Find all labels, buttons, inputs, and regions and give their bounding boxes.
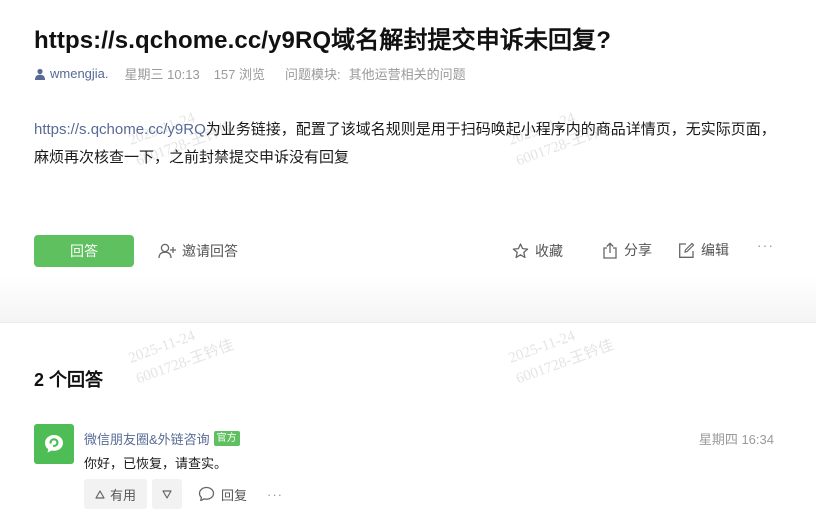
official-badge: 官方 <box>213 431 240 446</box>
useful-label: 有用 <box>109 487 136 503</box>
question-body: https://s.qchome.cc/y9RQ为业务链接，配置了该域名规则是用… <box>34 116 784 172</box>
edit-label: 编辑 <box>701 242 729 258</box>
invite-user-icon <box>158 243 176 259</box>
edit-button[interactable]: 编辑 <box>678 240 729 260</box>
comment-icon <box>198 486 215 502</box>
question-meta: wmengjia. 星期三 10:13 157 浏览 问题模块: 其他运营相关的… <box>34 64 466 83</box>
reply-label: 回复 <box>221 487 248 503</box>
body-link[interactable]: https://s.qchome.cc/y9RQ <box>34 121 206 138</box>
avatar[interactable] <box>34 424 74 464</box>
question-title: https://s.qchome.cc/y9RQ域名解封提交申诉未回复? <box>34 27 611 54</box>
share-button[interactable]: 分享 <box>602 240 652 260</box>
wechat-logo-icon <box>45 435 63 453</box>
question-body-line: 麻烦再次核查一下，之前封禁提交申诉没有回复 <box>34 149 350 166</box>
invite-answer-label: 邀请回答 <box>182 243 238 259</box>
post-date: 星期三 10:13 <box>124 67 200 82</box>
answer-time: 星期四 16:34 <box>698 432 774 447</box>
invite-answer-button[interactable]: 邀请回答 <box>158 241 238 261</box>
question-actions: 回答 邀请回答 收藏 分享 编辑 ··· <box>34 235 774 267</box>
answer-text: 你好，已恢复，请查实。 <box>84 456 228 471</box>
reply-button[interactable]: 回复 <box>198 485 247 504</box>
answer-button[interactable]: 回答 <box>34 235 134 267</box>
body-text: 为业务链接，配置了该域名规则是用于扫码唤起小程序内的商品详情页，无实际页面， <box>205 121 776 138</box>
question-body-line: https://s.qchome.cc/y9RQ为业务链接，配置了该域名规则是用… <box>34 116 784 144</box>
triangle-up-icon <box>95 489 105 499</box>
answer-actions: 有用 回复 ··· <box>84 479 283 509</box>
module-link[interactable]: 其他运营相关的问题 <box>349 64 466 83</box>
watermark-id: 6001728-王钤佳 <box>514 337 616 388</box>
answer-author-name: 微信朋友圈&外链咨询 <box>84 432 210 447</box>
watermark-id: 6001728-王钤佳 <box>134 337 236 388</box>
answers-count: 2 个回答 <box>34 370 104 390</box>
answer-author[interactable]: 微信朋友圈&外链咨询 官方 <box>84 429 240 448</box>
favorite-label: 收藏 <box>535 243 563 259</box>
author-link[interactable]: wmengjia. <box>50 66 109 81</box>
view-count: 157 浏览 <box>213 67 265 82</box>
more-actions-button[interactable]: ··· <box>757 237 774 253</box>
share-label: 分享 <box>624 242 652 258</box>
divider <box>0 322 816 323</box>
watermark: 2025-11-24 6001728-王钤佳 <box>126 314 237 390</box>
section-separator <box>0 276 816 322</box>
user-icon <box>35 68 45 80</box>
favorite-button[interactable]: 收藏 <box>512 241 563 261</box>
module-label: 问题模块: <box>285 67 341 82</box>
answer-more-button[interactable]: ··· <box>267 487 283 502</box>
star-icon <box>512 243 529 259</box>
triangle-down-icon <box>162 489 172 499</box>
useful-button[interactable]: 有用 <box>84 479 147 509</box>
edit-icon <box>679 242 695 258</box>
share-icon <box>603 241 617 259</box>
not-useful-button[interactable] <box>152 479 182 509</box>
watermark: 2025-11-24 6001728-王钤佳 <box>506 314 617 390</box>
